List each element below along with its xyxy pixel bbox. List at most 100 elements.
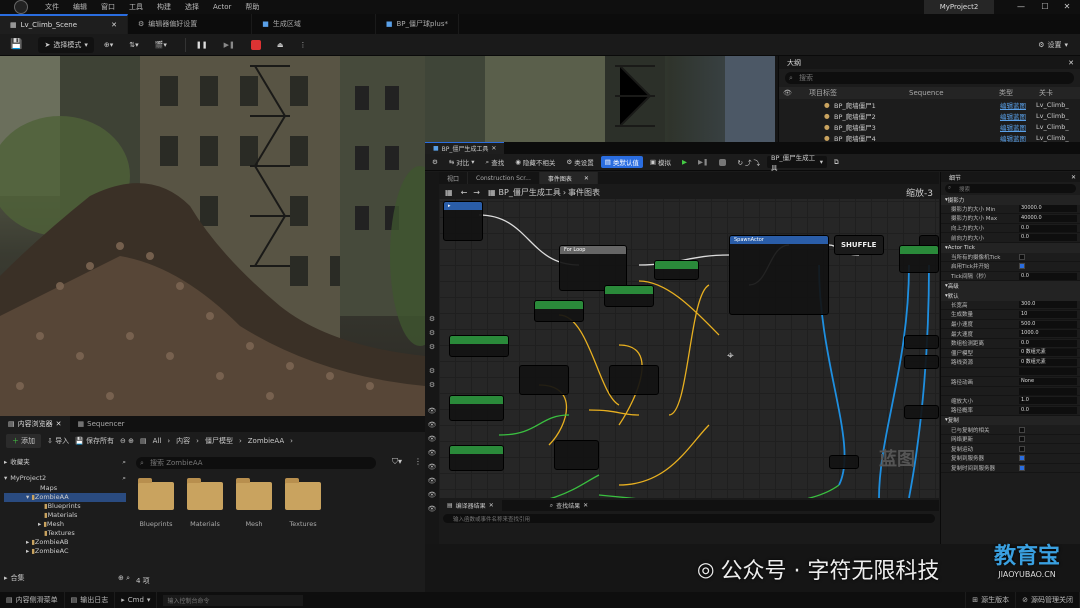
graph-node[interactable]	[899, 245, 939, 273]
tab-viewport[interactable]: 视口	[439, 172, 469, 184]
simulate-button[interactable]: ▣ 模拟	[646, 156, 675, 168]
breadcrumb-blueprint[interactable]: BP_僵尸生成工具	[499, 187, 561, 198]
eye-icon[interactable]: 👁	[425, 432, 439, 446]
graph-node[interactable]	[519, 365, 569, 395]
menu-build[interactable]: 构建	[150, 2, 178, 12]
class-settings-button[interactable]: ⚙ 类设置	[562, 156, 597, 168]
cmd-select[interactable]: ▸ Cmd ▾	[115, 592, 158, 608]
eye-icon[interactable]: 👁	[425, 488, 439, 502]
settings-button[interactable]: ⚙ 设置 ▾	[1032, 37, 1074, 53]
value-field[interactable]: 0.0	[1019, 406, 1077, 414]
checkbox[interactable]	[1019, 455, 1025, 462]
eye-icon[interactable]: 👁	[425, 418, 439, 432]
value-field[interactable]: 0.0	[1019, 224, 1077, 232]
value-field[interactable]	[1019, 368, 1077, 376]
debug-target-select[interactable]: BP_僵尸生成工具 ▾	[767, 154, 828, 172]
graph-node[interactable]	[609, 365, 659, 395]
checkbox[interactable]	[1019, 464, 1025, 471]
menu-help[interactable]: 帮助	[238, 2, 266, 12]
column-type[interactable]: 类型	[999, 88, 1039, 98]
tab-content-browser[interactable]: ▤ 内容浏览器 ✕	[0, 416, 70, 432]
graph-node[interactable]	[904, 335, 939, 349]
debug-icons[interactable]: ↻ ⤴ ⤵	[733, 156, 764, 168]
settings-icon[interactable]: ⚙	[425, 364, 439, 378]
value-field[interactable]: 1.0	[1019, 397, 1077, 405]
tree-item[interactable]: ▮Textures	[4, 529, 126, 538]
breadcrumb-zombieaa[interactable]: ZombieAA	[248, 437, 284, 445]
tab-find-results[interactable]: ⌕ 查找结果 ✕	[542, 500, 596, 511]
settings-icon[interactable]: ⚙	[425, 312, 439, 326]
list-item[interactable]: ● BP_爬墙僵尸2 编辑蓝图 Lv_Climb_	[779, 110, 1080, 121]
add-collection-icon[interactable]: ⊕ ⌕	[118, 574, 130, 583]
folder-item[interactable]: Mesh	[236, 478, 272, 528]
checkbox[interactable]	[1019, 263, 1025, 270]
step-icon[interactable]: ▶❚	[694, 156, 712, 168]
menu-edit[interactable]: 编辑	[66, 2, 94, 12]
save-all-button[interactable]: 💾 保存所有	[75, 436, 114, 446]
graph-node[interactable]	[449, 445, 504, 471]
settings-icon[interactable]: ⚙	[425, 378, 439, 392]
tab-event-graph[interactable]: 事件图表 ✕	[539, 172, 598, 184]
settings-icon[interactable]: ⚙	[425, 326, 439, 340]
details-section[interactable]: ▾ 默认	[941, 290, 1080, 301]
breadcrumb-content[interactable]: 内容	[176, 436, 190, 446]
minimize-icon[interactable]: —	[1010, 0, 1032, 14]
value-field[interactable]: 1000.0	[1019, 330, 1077, 338]
stop-icon[interactable]	[715, 156, 730, 168]
hide-unrelated-button[interactable]: ◉ 隐藏不相关	[511, 156, 559, 168]
value-field[interactable]: 500.0	[1019, 320, 1077, 328]
checkbox[interactable]	[1019, 253, 1025, 260]
value-field[interactable]: 40000.0	[1019, 214, 1077, 222]
eye-icon[interactable]: 👁	[425, 460, 439, 474]
column-sequence[interactable]: Sequence	[909, 89, 999, 97]
eye-icon[interactable]: 👁	[425, 404, 439, 418]
debug-filter-icon[interactable]: ⧉	[830, 156, 843, 168]
back-icon[interactable]: ←	[461, 188, 468, 197]
menu-file[interactable]: 文件	[38, 2, 66, 12]
column-label[interactable]: 项目标签	[809, 88, 909, 98]
tab-level[interactable]: ▦ Lv_Climb_Scene ✕	[0, 14, 128, 34]
source-control-button[interactable]: ⊘ 源码管理关闭	[1016, 592, 1080, 608]
diff-button[interactable]: ⇆ 对比 ▾	[445, 156, 479, 168]
value-field[interactable]: None	[1019, 378, 1077, 386]
details-section[interactable]: ▾ 高级	[941, 281, 1080, 291]
stop-icon[interactable]	[245, 37, 267, 53]
find-button[interactable]: ⌕ 查找	[482, 156, 509, 168]
level-viewport[interactable]	[0, 56, 425, 416]
details-section[interactable]: ▾ 复制	[941, 415, 1080, 426]
menu-select[interactable]: 选择	[178, 2, 206, 12]
breadcrumb-all[interactable]: All	[153, 437, 162, 445]
checkbox[interactable]	[1019, 436, 1025, 443]
tab-construction-script[interactable]: Construction Scr...	[468, 172, 540, 184]
collections-header[interactable]: ▸ 合集 ⊕ ⌕	[4, 572, 130, 584]
tree-item[interactable]: ▸ ▮ZombieAC	[4, 547, 126, 556]
value-field[interactable]	[1019, 387, 1077, 395]
folder-item[interactable]: Materials	[187, 478, 223, 528]
skip-icon[interactable]: ▶❚	[218, 37, 241, 53]
menu-window[interactable]: 窗口	[94, 2, 122, 12]
content-search-input[interactable]: ⌕ 搜索 ZombieAA	[136, 457, 376, 469]
graph-node[interactable]	[604, 285, 654, 307]
mode-select[interactable]: ➤ 选择模式 ▾	[38, 36, 94, 53]
pause-icon[interactable]: ❚❚	[190, 37, 214, 53]
settings-icon[interactable]: ⋮	[414, 457, 422, 466]
class-defaults-button[interactable]: ▤ 类默认值	[600, 156, 643, 168]
eject-icon[interactable]: ⏏	[271, 37, 290, 53]
details-section[interactable]: ▾ Actor Tick	[941, 242, 1080, 253]
tree-item[interactable]: ▾ ▮ZombieAA	[4, 493, 126, 502]
search-icon[interactable]: ⌕	[122, 458, 126, 467]
filter-icon[interactable]: ⛉▾	[392, 457, 402, 467]
details-section[interactable]: ▾ 摄影力	[941, 195, 1080, 205]
value-field[interactable]: 0.0	[1019, 339, 1077, 347]
compile-icon[interactable]: ⚙	[428, 156, 442, 168]
find-input[interactable]: 输入函数或事件名称来查找引用	[443, 514, 935, 523]
value-field[interactable]: 0.0	[1019, 272, 1077, 280]
forward-icon[interactable]: →	[473, 188, 480, 197]
settings-icon[interactable]: ⚙	[425, 340, 439, 354]
graph-node[interactable]	[449, 395, 504, 421]
details-search-input[interactable]: ⌕ 搜索	[945, 184, 1076, 193]
graph-node[interactable]	[449, 335, 509, 357]
tree-item[interactable]: Maps	[4, 484, 126, 493]
cinematics-icon[interactable]: 🎬▾	[149, 37, 173, 53]
list-item[interactable]: ● BP_爬墙僵尸1 编辑蓝图 Lv_Climb_	[779, 99, 1080, 110]
